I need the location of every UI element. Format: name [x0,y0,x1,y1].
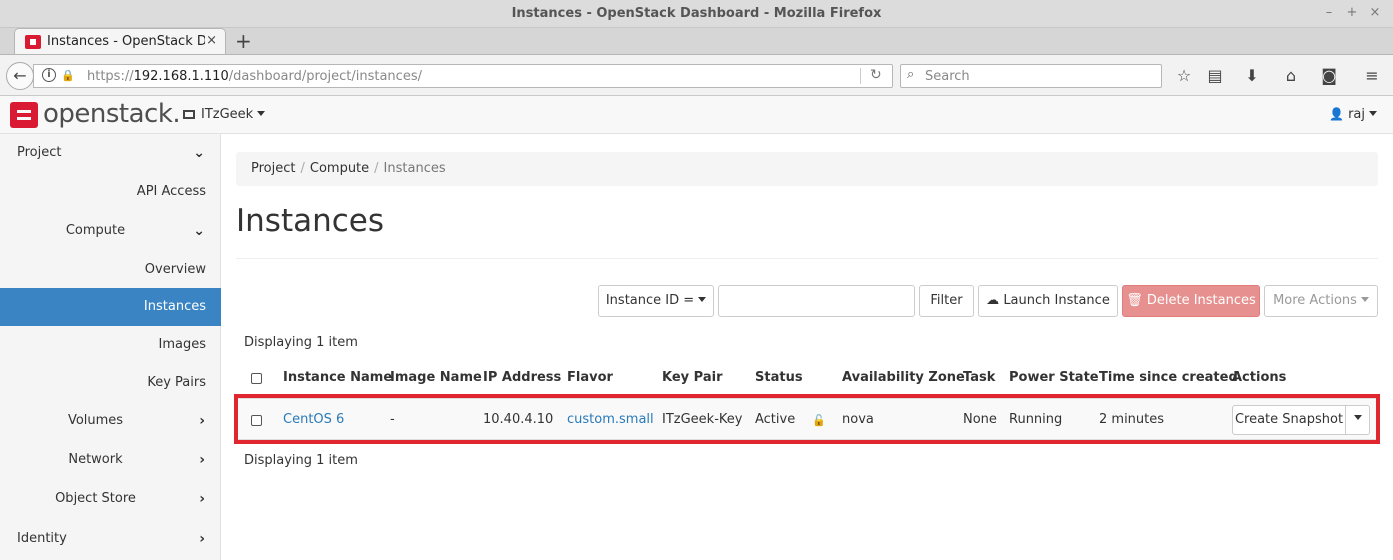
openstack-header: openstack. ITzGeek 👤 raj [0,96,1393,134]
page-title: Instances [236,203,385,239]
breadcrumb-divider: / [300,161,305,176]
project-list-icon [183,110,195,119]
navigation-bar: i 🔒 https://192.168.1.110/dashboard/proj… [0,54,1393,96]
window-titlebar: Instances - OpenStack Dashboard - Mozill… [0,0,1393,28]
column-header-availability-zone[interactable]: Availability Zone [842,370,965,385]
breadcrumb-compute[interactable]: Compute [310,161,369,176]
maximize-icon[interactable]: + [1345,6,1359,20]
info-icon[interactable]: i [42,68,56,82]
title-divider [236,258,1378,259]
column-header-actions: Actions [1232,370,1287,385]
project-selector[interactable]: ITzGeek [183,107,266,122]
user-name: raj [1348,107,1365,122]
search-icon: ⌕ [907,67,915,82]
chevron-down-icon: ⌄ [193,223,205,239]
url-bar[interactable]: i 🔒 https://192.168.1.110/dashboard/proj… [33,64,893,88]
sidebar-item-project[interactable]: Project ⌄ [0,134,221,172]
launch-instance-button[interactable]: ☁ Launch Instance [978,285,1118,317]
filter-input[interactable] [718,285,915,317]
user-icon: 👤 [1329,107,1345,121]
breadcrumb-current: Instances [383,161,446,176]
column-header-instance-name[interactable]: Instance Name [283,370,392,385]
column-header-ip-address[interactable]: IP Address [483,370,561,385]
new-tab-icon[interactable]: + [235,29,252,53]
sidebar-item-overview[interactable]: Overview [0,251,221,289]
user-menu[interactable]: 👤 raj [1329,107,1377,122]
cloud-upload-icon: ☁ [986,293,1000,308]
column-header-power-state[interactable]: Power State [1009,370,1099,385]
sidebar-item-instances[interactable]: Instances [0,288,221,326]
column-header-image-name[interactable]: Image Name [390,370,482,385]
more-actions-button[interactable]: More Actions [1264,285,1378,317]
tab-strip: Instances - OpenStack Dashb × + [0,28,1393,55]
tab-title: Instances - OpenStack Dashb [47,34,205,49]
home-icon[interactable]: ⌂ [1280,65,1302,87]
column-header-status[interactable]: Status [755,370,803,385]
menu-hamburger-icon[interactable]: ≡ [1361,65,1383,87]
close-window-icon[interactable]: × [1368,6,1382,20]
displaying-count-top: Displaying 1 item [244,335,358,350]
back-arrow-icon[interactable]: ← [6,62,34,90]
displaying-count-bottom: Displaying 1 item [244,453,358,468]
url-text[interactable]: https://192.168.1.110/dashboard/project/… [87,69,422,84]
sidebar-item-volumes[interactable]: Volumes › [0,402,221,440]
caret-down-icon [698,297,707,302]
sidebar-item-network[interactable]: Network › [0,441,221,479]
openstack-logo-text[interactable]: openstack. [43,99,181,129]
openstack-logo-icon[interactable] [10,102,38,128]
caret-down-icon [1360,297,1369,302]
select-all-checkbox[interactable] [251,373,262,384]
reload-icon[interactable]: ↻ [870,67,882,83]
url-divider [860,68,861,84]
search-bar[interactable]: ⌕ Search [900,64,1162,88]
trash-icon: 🗑 [1126,293,1143,308]
annotation-highlight-box [234,394,1380,444]
sidebar: Project ⌄ API Access Compute ⌄ Overview In… [0,134,221,560]
bookmark-star-icon[interactable]: ☆ [1173,65,1195,87]
sidebar-item-identity[interactable]: Identity › [0,520,221,558]
tab-close-icon[interactable]: × [206,33,217,48]
chevron-right-icon: › [199,491,205,507]
breadcrumb-divider: / [374,161,379,176]
search-placeholder: Search [925,69,970,84]
chevron-right-icon: › [199,413,205,429]
sidebar-item-api-access[interactable]: API Access [0,173,221,211]
column-header-time-since-created[interactable]: Time since created [1099,370,1238,385]
download-icon[interactable]: ⬇ [1241,65,1263,87]
sidebar-item-compute[interactable]: Compute ⌄ [0,212,221,250]
browser-tab[interactable]: Instances - OpenStack Dashb × [14,28,226,55]
sidebar-item-object-store[interactable]: Object Store › [0,480,221,518]
sidebar-item-images[interactable]: Images [0,326,221,364]
chevron-down-icon: ⌄ [193,145,205,161]
window-title: Instances - OpenStack Dashboard - Mozill… [511,6,882,21]
caret-down-icon [257,111,266,116]
column-header-key-pair[interactable]: Key Pair [662,370,722,385]
column-header-task[interactable]: Task [963,370,995,385]
delete-instances-button[interactable]: 🗑 Delete Instances [1122,285,1260,317]
column-header-flavor[interactable]: Flavor [567,370,613,385]
project-name: ITzGeek [201,107,254,122]
chevron-right-icon: › [199,452,205,468]
breadcrumb: Project / Compute / Instances [236,152,1378,186]
chevron-right-icon: › [199,531,205,547]
filter-button[interactable]: Filter [919,285,974,317]
openstack-favicon-icon [25,35,41,49]
breadcrumb-project[interactable]: Project [251,161,295,176]
caret-down-icon [1369,111,1377,116]
minimize-icon[interactable]: – [1322,6,1336,20]
pocket-icon[interactable]: ◙ [1318,65,1340,87]
insecure-lock-icon[interactable]: 🔒 [61,69,75,82]
filter-field-dropdown[interactable]: Instance ID = [598,285,714,317]
sidebar-item-key-pairs[interactable]: Key Pairs [0,364,221,402]
reading-list-icon[interactable]: ▤ [1204,65,1226,87]
